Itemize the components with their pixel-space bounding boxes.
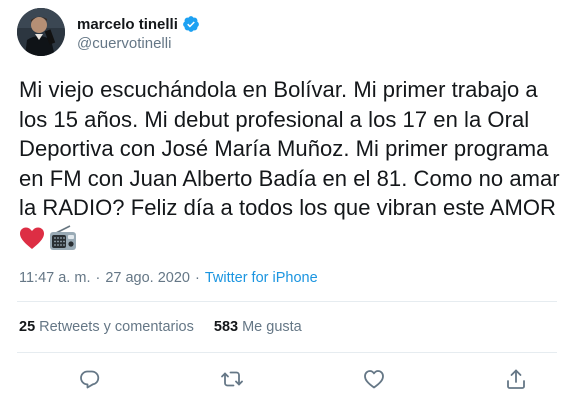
tweet-source-link[interactable]: Twitter for iPhone bbox=[205, 270, 318, 286]
divider bbox=[17, 301, 557, 302]
tweet-text-line: Mi viejo escuchándola en Bolívar. Mi pri… bbox=[19, 77, 538, 102]
verified-badge-icon bbox=[183, 16, 199, 32]
reply-icon bbox=[80, 370, 100, 389]
tweet-text-line: Deportiva con José María Muñoz. Mi prime… bbox=[19, 136, 549, 161]
retweets-stat[interactable]: 25 Retweets y comentarios bbox=[19, 319, 194, 335]
likes-label: Me gusta bbox=[242, 319, 302, 335]
author-names: marcelo tinelli @cuervotinelli bbox=[77, 14, 200, 52]
tweet-text: Mi viejo escuchándola en Bolívar. Mi pri… bbox=[19, 75, 564, 253]
tweet-card: marcelo tinelli @cuervotinelli Mi viejo … bbox=[0, 0, 574, 409]
likes-count: 583 bbox=[213, 319, 239, 335]
likes-stat[interactable]: 583 Me gusta bbox=[214, 319, 302, 335]
tweet-date[interactable]: 27 ago. 2020 bbox=[105, 270, 190, 286]
like-button[interactable] bbox=[362, 367, 386, 391]
tweet-stats: 25 Retweets y comentarios 583 Me gusta bbox=[19, 319, 302, 335]
share-icon bbox=[507, 369, 525, 389]
emoji-row bbox=[19, 223, 564, 253]
profile-photo-icon bbox=[17, 8, 65, 56]
avatar[interactable] bbox=[17, 8, 65, 56]
meta-separator: · bbox=[95, 270, 101, 286]
reply-button[interactable] bbox=[78, 367, 102, 391]
tweet-text-line: la RADIO? Feliz día a todos los que vibr… bbox=[19, 195, 556, 220]
retweet-icon bbox=[221, 371, 243, 387]
retweet-button[interactable] bbox=[220, 367, 244, 391]
share-button[interactable] bbox=[504, 367, 528, 391]
tweet-header: marcelo tinelli @cuervotinelli bbox=[17, 8, 557, 58]
author-handle[interactable]: @cuervotinelli bbox=[77, 35, 200, 52]
author-display-name[interactable]: marcelo tinelli bbox=[77, 16, 178, 33]
meta-separator: · bbox=[194, 270, 200, 286]
red-heart-icon bbox=[20, 227, 44, 249]
divider bbox=[17, 352, 557, 353]
tweet-meta: 11:47 a. m. · 27 ago. 2020 · Twitter for… bbox=[19, 270, 318, 286]
tweet-text-line: los 15 años. Mi debut profesional a los … bbox=[19, 106, 530, 132]
tweet-text-line: en FM con Juan Alberto Badía en el 81. C… bbox=[19, 165, 560, 191]
like-icon bbox=[364, 370, 384, 389]
tweet-time[interactable]: 11:47 a. m. bbox=[19, 270, 90, 286]
radio-icon bbox=[50, 224, 76, 250]
retweets-count: 25 bbox=[19, 319, 36, 335]
tweet-actions bbox=[0, 367, 574, 391]
retweets-label: Retweets y comentarios bbox=[39, 319, 194, 335]
